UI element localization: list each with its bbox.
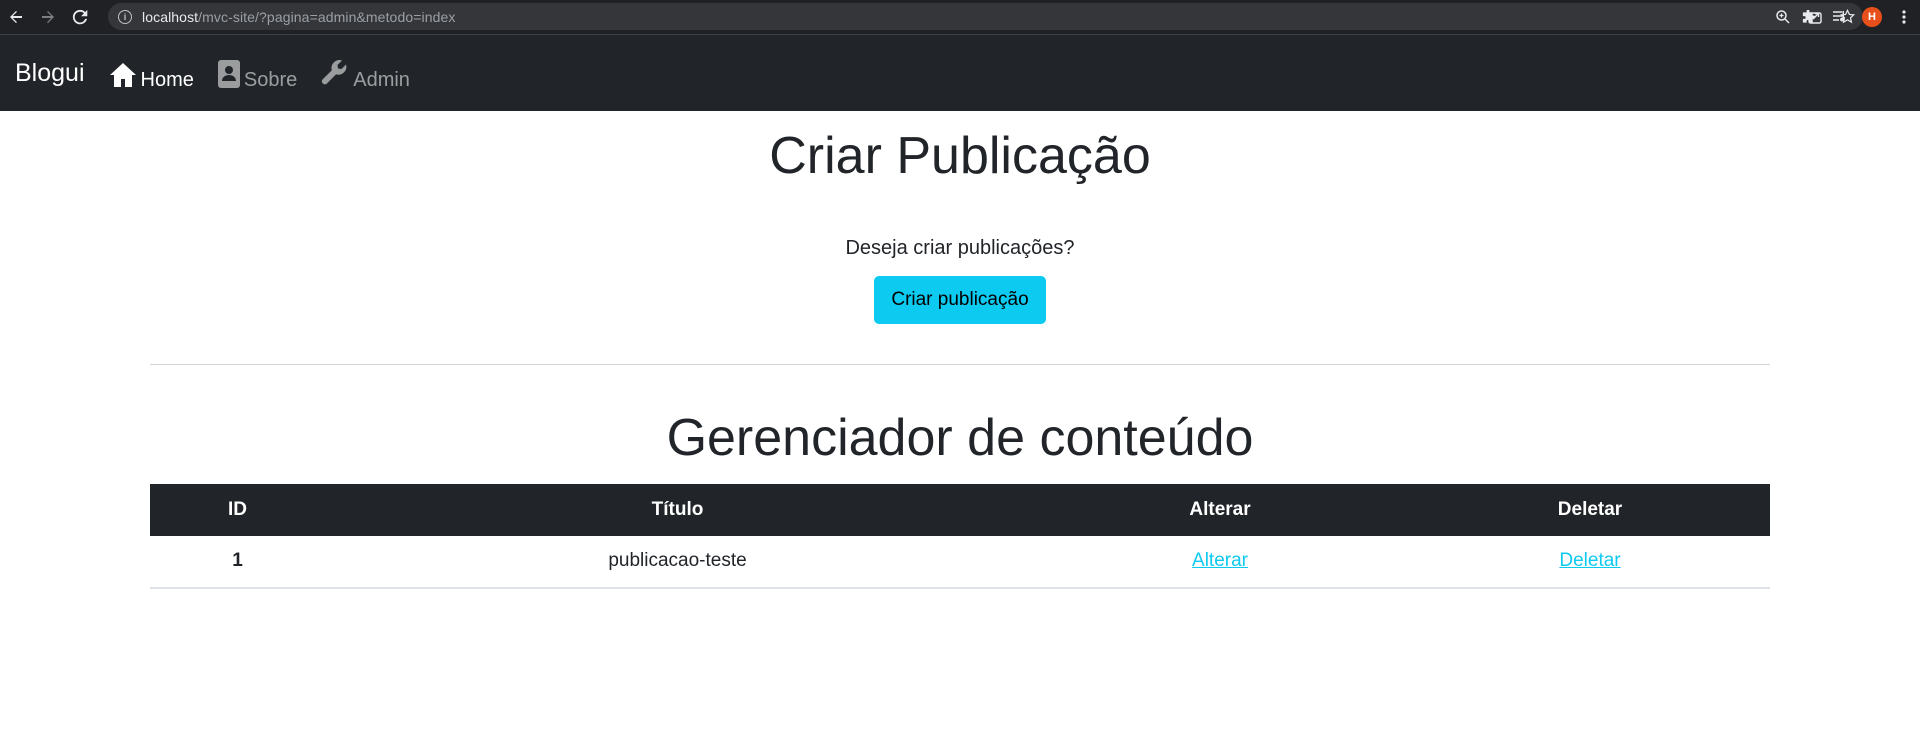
table-row: 1 publicacao-teste Alterar Deletar — [150, 535, 1770, 589]
section-divider — [150, 364, 1770, 366]
cell-titulo: publicacao-teste — [325, 535, 1030, 589]
site-navbar: Blogui Home Sobre Admin — [0, 35, 1920, 111]
extensions-icon[interactable] — [1792, 9, 1824, 25]
site-info-icon[interactable]: i — [118, 9, 132, 24]
nav-item-sobre[interactable]: Sobre — [217, 58, 297, 91]
manager-title: Gerenciador de conteúdo — [666, 409, 1254, 468]
nav-item-label: Home — [140, 69, 194, 91]
reading-list-icon[interactable] — [1824, 10, 1856, 24]
browser-toolbar: i localhost/mvc-site/?pagina=admin&metod… — [0, 0, 1920, 34]
navbar-brand[interactable]: Blogui — [15, 59, 85, 88]
main-container: Criar Publicação Deseja criar publicaçõe… — [150, 111, 1770, 589]
column-header-alterar: Alterar — [1189, 498, 1251, 520]
menu-dots-icon[interactable] — [1888, 10, 1920, 24]
reload-icon[interactable] — [64, 1, 96, 33]
create-post-button[interactable]: Criar publicação — [874, 276, 1046, 325]
home-icon — [109, 63, 136, 87]
address-bar[interactable]: i localhost/mvc-site/?pagina=admin&metod… — [108, 3, 1863, 30]
column-header-deletar: Deletar — [1557, 498, 1623, 520]
table-header-row: ID Título Alterar Deletar — [150, 483, 1770, 536]
url-text[interactable]: localhost/mvc-site/?pagina=admin&metodo=… — [142, 9, 455, 25]
content-table: ID Título Alterar Deletar 1 publicacao-t… — [150, 483, 1770, 589]
nav-item-home[interactable]: Home — [109, 58, 194, 91]
edit-link[interactable]: Alterar — [1192, 550, 1248, 571]
wrench-icon — [322, 60, 347, 85]
nav-item-label: Admin — [353, 69, 410, 91]
avatar: H — [1862, 7, 1882, 27]
page-title: Criar Publicação — [769, 127, 1151, 185]
nav-item-admin[interactable]: Admin — [321, 58, 410, 91]
back-arrow-icon[interactable] — [0, 1, 32, 33]
cell-deletar: Deletar — [1410, 535, 1770, 589]
nav-item-label: Sobre — [243, 69, 298, 91]
column-header-id: ID — [228, 498, 247, 520]
url-path: /mvc-site/?pagina=admin&metodo=index — [198, 8, 456, 25]
contact-card-icon — [217, 60, 240, 88]
column-header-titulo: Título — [651, 498, 704, 520]
cell-alterar: Alterar — [1030, 535, 1410, 589]
url-host: localhost — [142, 8, 199, 25]
profile-avatar[interactable]: H — [1856, 7, 1888, 27]
cell-id: 1 — [150, 535, 325, 589]
forward-arrow-icon[interactable] — [32, 1, 64, 33]
delete-link[interactable]: Deletar — [1559, 550, 1620, 571]
create-prompt: Deseja criar publicações? — [845, 237, 1075, 260]
